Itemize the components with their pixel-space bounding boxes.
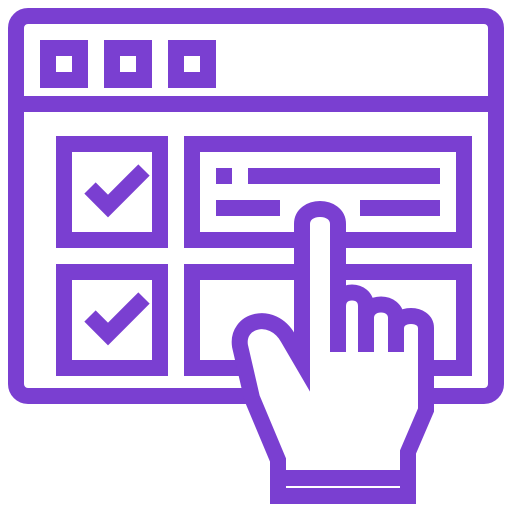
online-checklist-touch-icon	[0, 0, 512, 512]
row-bullet	[216, 168, 232, 184]
checkbox-checked-2	[56, 264, 168, 376]
row-text-line	[248, 168, 440, 184]
window-dot-1-icon	[40, 40, 88, 88]
icon-canvas	[8, 8, 504, 504]
window-dot-3-icon	[168, 40, 216, 88]
row-text-line	[360, 200, 440, 216]
check-mark-icon	[84, 164, 150, 218]
window-dot-2-icon	[104, 40, 152, 88]
checkbox-checked-1	[56, 136, 168, 248]
hand-outline	[231, 201, 434, 504]
title-bar-dots	[40, 40, 216, 88]
check-mark-icon	[84, 292, 150, 346]
pointing-hand-icon	[231, 201, 434, 504]
row-text-line	[216, 200, 280, 216]
